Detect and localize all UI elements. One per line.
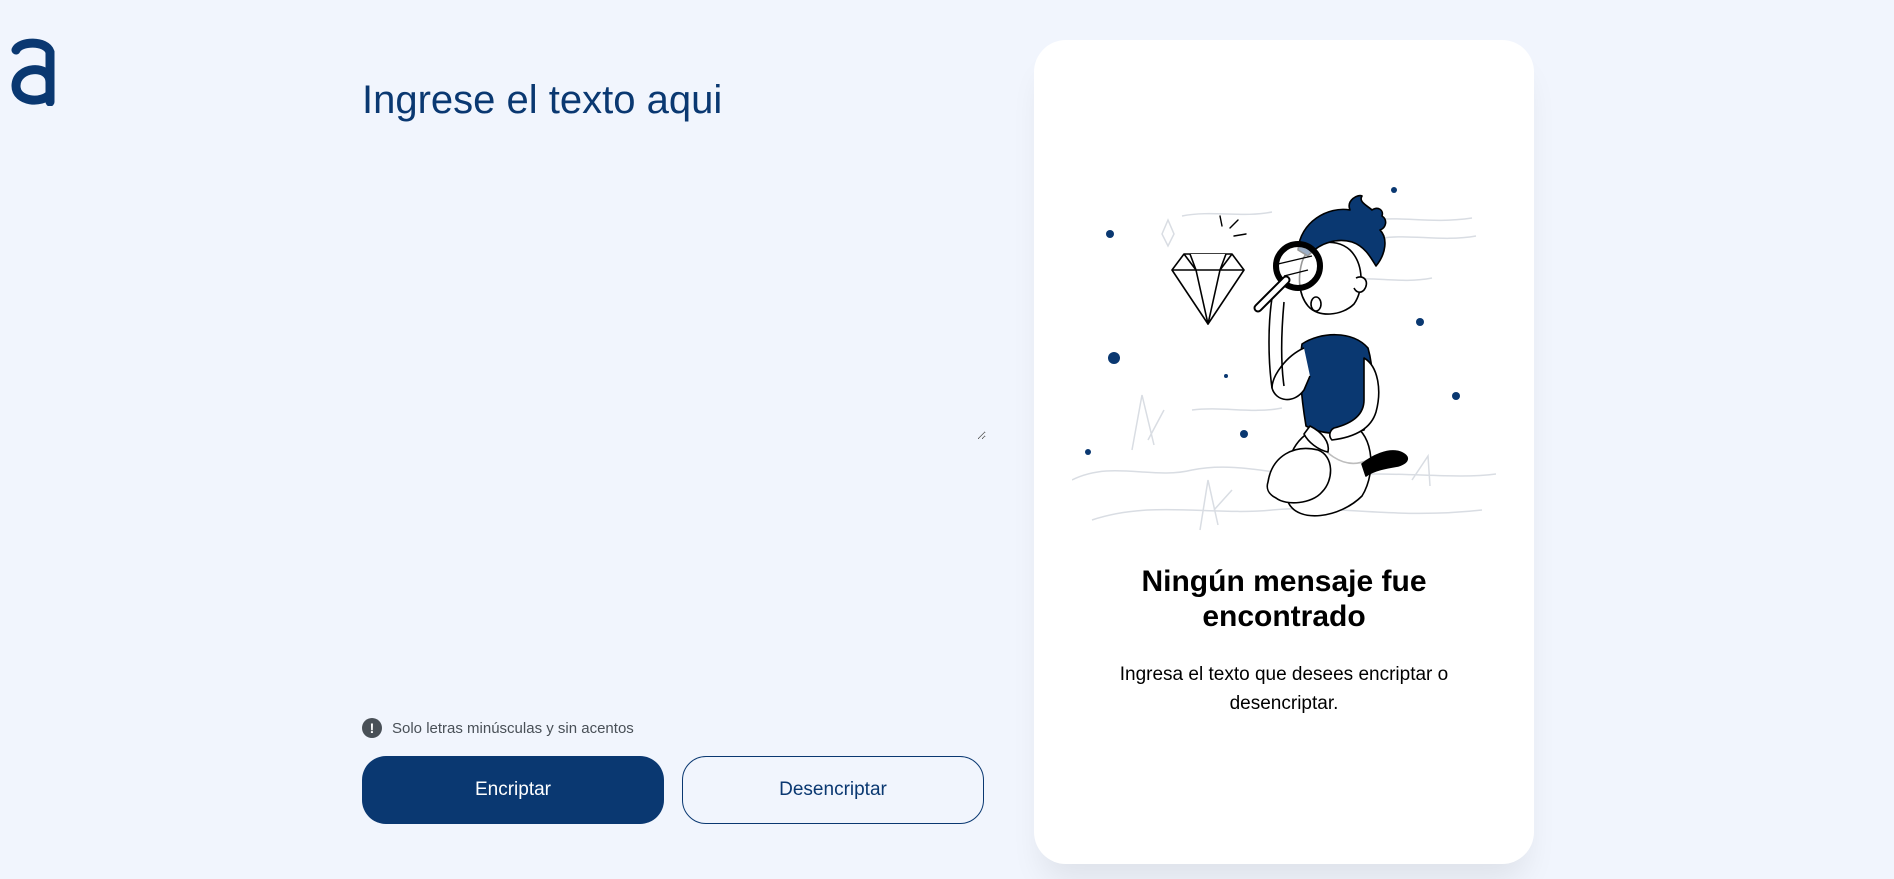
main-panel: ! Solo letras minúsculas y sin acentos E… <box>362 0 986 879</box>
hint-text: Solo letras minúsculas y sin acentos <box>392 719 634 737</box>
empty-state-title: Ningún mensaje fue encontrado <box>1141 565 1427 634</box>
empty-state-message: Ingresa el texto que desees encriptar o … <box>1119 664 1449 715</box>
logo <box>10 38 56 106</box>
text-input[interactable] <box>362 62 986 440</box>
alura-logo-icon <box>11 38 55 106</box>
exclamation-circle-icon: ! <box>362 718 382 738</box>
decrypt-button[interactable]: Desencriptar <box>682 756 984 824</box>
encrypt-button[interactable]: Encriptar <box>362 756 664 824</box>
input-hint: ! Solo letras minúsculas y sin acentos <box>362 718 634 738</box>
result-card: Ningún mensaje fue encontrado Ingresa el… <box>1034 40 1534 864</box>
person-with-magnifier-illustration-icon <box>1072 187 1496 531</box>
